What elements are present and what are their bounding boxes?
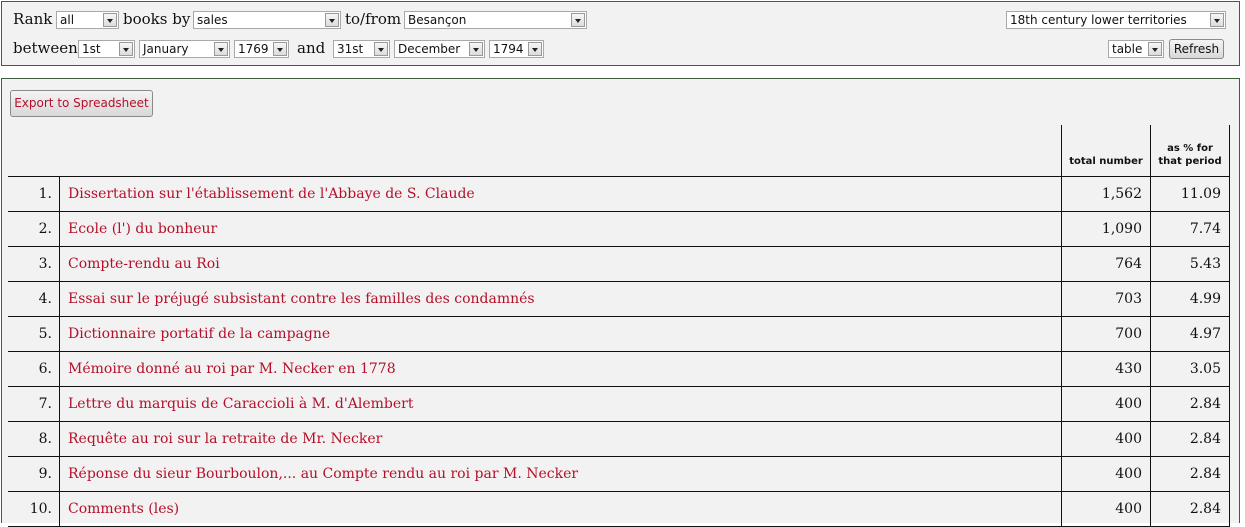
table-row: 1. Dissertation sur l'établissement de l'… xyxy=(8,176,1230,212)
table-row: 10. Comments (les) 400 2.84 xyxy=(8,491,1230,527)
table-row: 5. Dictionnaire portatif de la campagne 70… xyxy=(8,316,1230,352)
row-total: 430 xyxy=(1061,351,1151,387)
row-percent: 4.97 xyxy=(1150,316,1230,352)
refresh-button[interactable]: Refresh xyxy=(1169,39,1224,59)
row-total: 400 xyxy=(1061,386,1151,422)
row-total: 1,562 xyxy=(1061,176,1151,212)
chevron-down-icon xyxy=(374,42,388,56)
row-title-link[interactable]: Dictionnaire portatif de la campagne xyxy=(59,316,1062,352)
header-total-number: total number xyxy=(1061,125,1151,177)
table-row: 6. Mémoire donné au roi par M. Necker en … xyxy=(8,351,1230,387)
row-total: 400 xyxy=(1061,456,1151,492)
end-year-select[interactable]: 1794 xyxy=(489,40,544,58)
start-day-select[interactable]: 1st xyxy=(78,40,135,58)
row-percent: 7.74 xyxy=(1150,211,1230,247)
between-label: between xyxy=(13,39,78,57)
row-percent: 5.43 xyxy=(1150,246,1230,282)
row-percent: 11.09 xyxy=(1150,176,1230,212)
row-title-link[interactable]: Requête au roi sur la retraite de Mr. Ne… xyxy=(59,421,1062,457)
row-title-link[interactable]: Ecole (l') du bonheur xyxy=(59,211,1062,247)
row-title-link[interactable]: Comments (les) xyxy=(59,491,1062,527)
chevron-down-icon xyxy=(469,42,483,56)
header-percent-line1: as % for xyxy=(1167,143,1213,154)
row-rank: 2. xyxy=(8,211,60,247)
row-rank: 3. xyxy=(8,246,60,282)
table-row: 9. Réponse du sieur Bourboulon,... au Com… xyxy=(8,456,1230,492)
chevron-down-icon xyxy=(571,13,585,27)
results-table: total number as % for that period 1. Disse… xyxy=(8,125,1230,527)
table-row: 4. Essai sur le préjugé subsistant contre… xyxy=(8,281,1230,317)
row-title-link[interactable]: Essai sur le préjugé subsistant contre l… xyxy=(59,281,1062,317)
end-year-value: 1794 xyxy=(493,42,524,56)
row-rank: 1. xyxy=(8,176,60,212)
row-total: 764 xyxy=(1061,246,1151,282)
header-percent-line2: that period xyxy=(1158,156,1222,167)
header-rank xyxy=(8,125,60,177)
books-by-select[interactable]: sales xyxy=(193,11,341,29)
row-rank: 6. xyxy=(8,351,60,387)
table-row: 2. Ecole (l') du bonheur 1,090 7.74 xyxy=(8,211,1230,247)
row-percent: 2.84 xyxy=(1150,491,1230,527)
row-total: 703 xyxy=(1061,281,1151,317)
to-from-select-value: Besançon xyxy=(408,13,467,27)
end-month-select[interactable]: December xyxy=(394,40,485,58)
table-row: 3. Compte-rendu au Roi 764 5.43 xyxy=(8,246,1230,282)
row-rank: 4. xyxy=(8,281,60,317)
row-rank: 8. xyxy=(8,421,60,457)
row-title-link[interactable]: Mémoire donné au roi par M. Necker en 17… xyxy=(59,351,1062,387)
header-title xyxy=(59,125,1062,177)
header-percent: as % for that period xyxy=(1150,125,1230,177)
row-total: 700 xyxy=(1061,316,1151,352)
row-percent: 3.05 xyxy=(1150,351,1230,387)
start-year-value: 1769 xyxy=(238,42,269,56)
start-day-value: 1st xyxy=(82,42,101,56)
territory-select-value: 18th century lower territories xyxy=(1010,13,1187,27)
books-by-label: books by xyxy=(123,10,191,28)
chevron-down-icon xyxy=(528,42,542,56)
to-from-select[interactable]: Besançon xyxy=(404,11,587,29)
table-row: 7. Lettre du marquis de Caraccioli à M. d… xyxy=(8,386,1230,422)
rank-label: Rank xyxy=(13,10,53,28)
to-from-label: to/from xyxy=(345,10,402,28)
books-by-select-value: sales xyxy=(197,13,228,27)
chevron-down-icon xyxy=(214,42,228,56)
and-label: and xyxy=(297,39,326,57)
territory-select[interactable]: 18th century lower territories xyxy=(1006,11,1226,29)
row-rank: 10. xyxy=(8,491,60,527)
chevron-down-icon xyxy=(103,13,117,27)
export-spreadsheet-button[interactable]: Export to Spreadsheet xyxy=(10,90,153,117)
row-rank: 5. xyxy=(8,316,60,352)
start-year-select[interactable]: 1769 xyxy=(234,40,289,58)
row-total: 400 xyxy=(1061,491,1151,527)
end-month-value: December xyxy=(398,42,461,56)
row-total: 400 xyxy=(1061,421,1151,457)
chevron-down-icon xyxy=(273,42,287,56)
start-month-value: January xyxy=(143,42,189,56)
rank-select-value: all xyxy=(60,13,75,27)
table-header-row: total number as % for that period xyxy=(8,125,1230,177)
chevron-down-icon xyxy=(1210,13,1224,27)
rank-select[interactable]: all xyxy=(56,11,119,29)
end-day-value: 31st xyxy=(337,42,364,56)
chevron-down-icon xyxy=(119,42,133,56)
row-rank: 7. xyxy=(8,386,60,422)
end-day-select[interactable]: 31st xyxy=(333,40,390,58)
view-select[interactable]: table xyxy=(1108,40,1164,58)
row-percent: 4.99 xyxy=(1150,281,1230,317)
row-total: 1,090 xyxy=(1061,211,1151,247)
chevron-down-icon xyxy=(325,13,339,27)
start-month-select[interactable]: January xyxy=(139,40,230,58)
row-title-link[interactable]: Lettre du marquis de Caraccioli à M. d'A… xyxy=(59,386,1062,422)
row-title-link[interactable]: Réponse du sieur Bourboulon,... au Compt… xyxy=(59,456,1062,492)
view-select-value: table xyxy=(1112,42,1143,56)
row-percent: 2.84 xyxy=(1150,421,1230,457)
table-row: 8. Requête au roi sur la retraite de Mr. … xyxy=(8,421,1230,457)
row-title-link[interactable]: Compte-rendu au Roi xyxy=(59,246,1062,282)
chevron-down-icon xyxy=(1148,42,1162,56)
row-percent: 2.84 xyxy=(1150,386,1230,422)
row-rank: 9. xyxy=(8,456,60,492)
row-percent: 2.84 xyxy=(1150,456,1230,492)
row-title-link[interactable]: Dissertation sur l'établissement de l'Ab… xyxy=(59,176,1062,212)
